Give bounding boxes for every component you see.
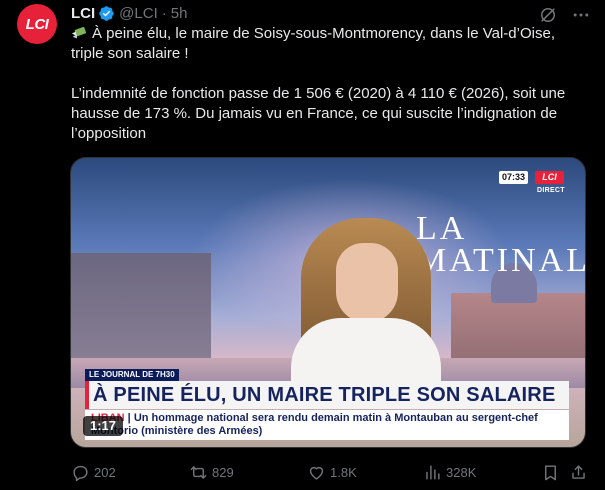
- like-count: 1.8K: [330, 464, 357, 480]
- like-button[interactable]: 1.8K: [307, 462, 357, 482]
- author-name[interactable]: LCI: [71, 5, 95, 22]
- clock-badge: 07:33: [499, 171, 529, 184]
- share-icon: [572, 464, 585, 479]
- avatar-logo: LCI: [25, 15, 49, 33]
- separator: ·: [161, 4, 167, 22]
- post-paragraph-1: À peine élu, le maire de Soisy-sous-Mont…: [71, 24, 591, 64]
- more-icon[interactable]: [571, 5, 591, 25]
- live-label: DIRECT: [537, 187, 565, 194]
- repost-icon: [190, 465, 207, 479]
- video-player[interactable]: LA MATINALE 07:33 LCI DIRECT LE JOURNAL …: [70, 157, 586, 448]
- background-building-left: [71, 253, 211, 368]
- repost-count: 829: [212, 464, 234, 480]
- news-ticker: LIBAN | Un hommage national sera rendu d…: [85, 410, 569, 440]
- author-handle[interactable]: @LCI: [119, 5, 158, 22]
- reply-button[interactable]: 202: [71, 462, 116, 482]
- action-bar: 202 829 1.8K 328K: [71, 462, 591, 482]
- headline-accent: [85, 381, 89, 409]
- reply-icon: [73, 465, 88, 481]
- share-button[interactable]: [569, 462, 592, 482]
- post-paragraph-2: L’indemnité de fonction passe de 1 506 €…: [71, 85, 566, 142]
- grok-icon[interactable]: [538, 5, 558, 25]
- journal-label: LE JOURNAL DE 7H30: [85, 369, 179, 381]
- avatar[interactable]: LCI: [17, 4, 57, 44]
- bookmark-icon: [545, 464, 556, 480]
- post-line-1: À peine élu, le maire de Soisy-sous-Mont…: [71, 25, 555, 62]
- video-duration: 1:17: [83, 416, 124, 436]
- channel-logo: LCI: [535, 171, 564, 184]
- money-wings-emoji: [71, 26, 87, 39]
- show-title: LA MATINALE: [416, 210, 585, 279]
- show-title-line-1: LA: [416, 210, 468, 247]
- bookmark-button[interactable]: [541, 462, 564, 482]
- presenter-face: [336, 243, 398, 323]
- repost-button[interactable]: 829: [189, 462, 234, 482]
- views-count: 328K: [446, 464, 477, 480]
- presenter: [291, 218, 441, 408]
- ticker-text: Un hommage national sera rendu demain ma…: [91, 412, 538, 437]
- views-button[interactable]: 328K: [423, 462, 476, 482]
- post-time[interactable]: 5h: [171, 5, 188, 22]
- reply-count: 202: [94, 464, 116, 480]
- post-header: LCI @LCI · 5h: [71, 4, 187, 22]
- like-icon: [309, 466, 324, 480]
- verified-icon: [99, 5, 114, 21]
- views-icon: [426, 464, 440, 480]
- show-title-line-2: MATINALE: [416, 242, 585, 279]
- post-text: À peine élu, le maire de Soisy-sous-Mont…: [71, 24, 591, 144]
- headline-banner: À PEINE ÉLU, UN MAIRE TRIPLE SON SALAIRE: [85, 381, 569, 409]
